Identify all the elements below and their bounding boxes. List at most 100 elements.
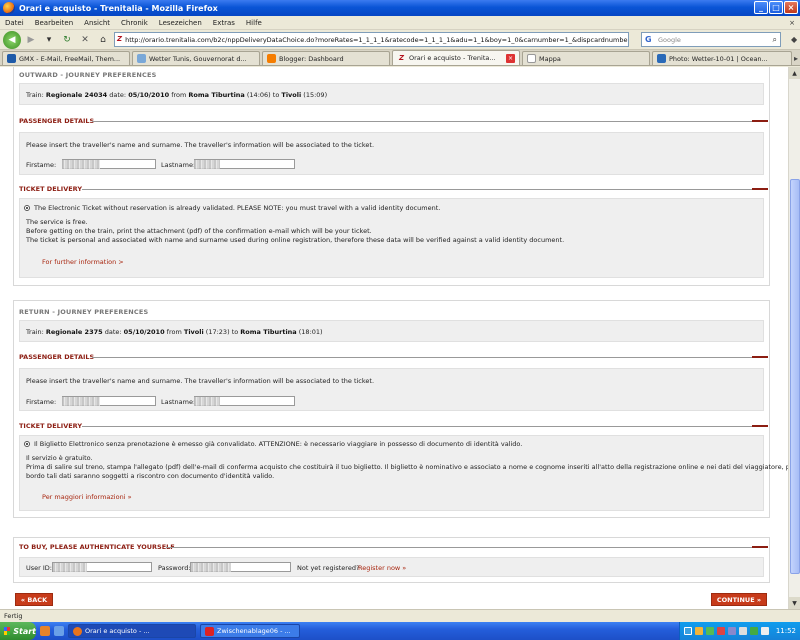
tab-bar: GMX - E-Mail, FreeMail, Them... Wetter T…	[0, 50, 800, 66]
divider	[82, 189, 760, 190]
window-title: Orari e acquisto - Trenitalia - Mozilla …	[19, 3, 218, 13]
taskbar-item-label: Orari e acquisto - ...	[85, 627, 150, 635]
outward-info-link[interactable]: For further information >	[42, 258, 124, 266]
maximize-button[interactable]: □	[769, 1, 783, 14]
window-titlebar[interactable]: Orari e acquisto - Trenitalia - Mozilla …	[0, 0, 800, 16]
divider	[166, 547, 760, 548]
outward-delivery-option: The Electronic Ticket without reservatio…	[34, 204, 441, 212]
redacted-name	[194, 397, 220, 406]
outward-train-box: Train: Regionale 24034 date: 05/10/2010 …	[19, 83, 764, 105]
return-train-box: Train: Regionale 2375 date: 05/10/2010 f…	[19, 320, 764, 342]
search-icon[interactable]: ⌕	[770, 35, 780, 45]
outward-delivery-radio[interactable]	[24, 205, 30, 211]
return-delivery-title: TICKET DELIVERY	[19, 422, 83, 430]
tab-label: GMX - E-Mail, FreeMail, Them...	[19, 54, 121, 63]
back-button[interactable]: « BACK	[15, 593, 53, 606]
tray-app-icon[interactable]	[705, 627, 714, 635]
return-title: RETURN - JOURNEY PREFERENCES	[19, 308, 149, 316]
reload-icon[interactable]: ↻	[59, 32, 75, 48]
return-panel: RETURN - JOURNEY PREFERENCES Train: Regi…	[13, 300, 788, 518]
menu-ansicht[interactable]: Ansicht	[79, 19, 116, 27]
clock: 11:52	[775, 627, 796, 635]
vertical-scrollbar[interactable]: ▲ ▼	[788, 67, 800, 609]
scroll-up-icon[interactable]: ▲	[789, 67, 800, 79]
minimize-button[interactable]: _	[754, 1, 768, 14]
status-bar: Fertig	[0, 609, 800, 622]
weather-icon	[137, 54, 146, 63]
language-icon[interactable]	[683, 627, 692, 635]
menu-datei[interactable]: Datei	[0, 19, 30, 27]
menu-extras[interactable]: Extras	[208, 19, 241, 27]
return-info-link[interactable]: Per maggiori informazioni »	[42, 493, 132, 501]
outward-train-info: Train: Regionale 24034 date: 05/10/2010 …	[26, 91, 328, 99]
return-line3: bordo tali dati saranno soggetti a risco…	[26, 472, 275, 480]
user-id-label: User ID:	[26, 564, 52, 572]
tab-label: Orari e acquisto - Trenita...	[409, 54, 496, 62]
tab-label: Wetter Tunis, Gouvernorat d...	[149, 54, 247, 63]
menu-lesezeichen[interactable]: Lesezeichen	[154, 19, 208, 27]
return-delivery-radio[interactable]	[24, 441, 30, 447]
divider-accent	[752, 188, 768, 190]
close-tab-icon[interactable]: ×	[784, 16, 800, 30]
search-box[interactable]: G Google ⌕	[641, 32, 781, 47]
home-icon[interactable]: ⌂	[95, 32, 111, 48]
close-window-button[interactable]: ×	[784, 1, 798, 14]
password-label: Password:	[158, 564, 191, 572]
firefox-quicklaunch-icon[interactable]	[40, 626, 50, 636]
tab-scroll-right-icon[interactable]: ▸	[794, 51, 798, 65]
not-registered-text: Not yet registered?	[297, 564, 360, 572]
taskbar-item-clipboard[interactable]: Zwischenablage06 - ...	[200, 624, 300, 638]
tab-photo[interactable]: Photo: Wetter-10-01 | Ocean...	[652, 51, 792, 65]
google-icon: G	[645, 34, 652, 44]
taskbar-item-firefox[interactable]: Orari e acquisto - ...	[68, 624, 196, 638]
return-line1: Il servizio è gratuito.	[26, 454, 93, 462]
extension-icon[interactable]: ◆	[791, 35, 797, 44]
tab-label: Blogger: Dashboard	[279, 54, 344, 63]
return-delivery-option: Il Biglietto Elettronico senza prenotazi…	[34, 440, 523, 448]
divider-accent	[752, 546, 768, 548]
back-icon[interactable]: ◀	[3, 30, 21, 49]
return-delivery-box: Il Biglietto Elettronico senza prenotazi…	[19, 435, 788, 511]
start-label: Start	[13, 626, 36, 636]
tray-app-icon[interactable]	[694, 627, 703, 635]
tab-label: Photo: Wetter-10-01 | Ocean...	[669, 54, 768, 63]
tray-app-icon[interactable]	[727, 627, 736, 635]
menu-hilfe[interactable]: Hilfe	[241, 19, 268, 27]
redacted-password	[191, 563, 231, 572]
status-text: Fertig	[4, 612, 23, 620]
tab-mappa[interactable]: Mappa	[522, 51, 650, 65]
start-button[interactable]: Start	[0, 622, 36, 640]
auth-box: User ID: Password: Not yet registered? R…	[19, 557, 764, 577]
tab-gmx[interactable]: GMX - E-Mail, FreeMail, Them...	[2, 51, 130, 65]
address-bar[interactable]: Z http://orario.trenitalia.com/b2c/nppDe…	[114, 32, 629, 47]
tab-trenitalia[interactable]: Z Orari e acquisto - Trenita... ×	[392, 50, 520, 65]
return-passenger-title: PASSENGER DETAILS	[19, 353, 95, 361]
register-link[interactable]: Register now »	[358, 564, 406, 572]
return-firstname-label: Firstame:	[26, 398, 57, 406]
explorer-quicklaunch-icon[interactable]	[54, 626, 64, 636]
scroll-down-icon[interactable]: ▼	[789, 597, 800, 609]
forward-icon[interactable]: ▶	[23, 32, 39, 48]
network-icon[interactable]	[738, 627, 747, 635]
redacted-name	[62, 160, 100, 169]
gmx-icon	[7, 54, 16, 63]
stop-icon[interactable]: ✕	[77, 32, 93, 48]
volume-icon[interactable]	[760, 627, 769, 635]
outward-passenger-box: Please insert the traveller's name and s…	[19, 132, 764, 175]
redacted-name	[194, 160, 220, 169]
menu-bearbeiten[interactable]: Bearbeiten	[30, 19, 79, 27]
tab-blogger[interactable]: Blogger: Dashboard	[262, 51, 390, 65]
close-tab-icon[interactable]: ×	[506, 53, 515, 63]
blogger-icon	[267, 54, 276, 63]
menu-chronik[interactable]: Chronik	[116, 19, 154, 27]
tray-app-icon[interactable]	[716, 627, 725, 635]
scroll-thumb[interactable]	[790, 179, 800, 574]
firefox-icon	[73, 626, 82, 636]
continue-button[interactable]: CONTINUE »	[711, 593, 767, 606]
history-dropdown-icon[interactable]: ▾	[41, 32, 57, 48]
outward-passenger-title: PASSENGER DETAILS	[19, 117, 95, 125]
tray-app-icon[interactable]	[749, 627, 758, 635]
search-placeholder: Google	[658, 35, 681, 44]
tab-wetter[interactable]: Wetter Tunis, Gouvernorat d...	[132, 51, 260, 65]
outward-line1: The service is free.	[26, 218, 88, 226]
